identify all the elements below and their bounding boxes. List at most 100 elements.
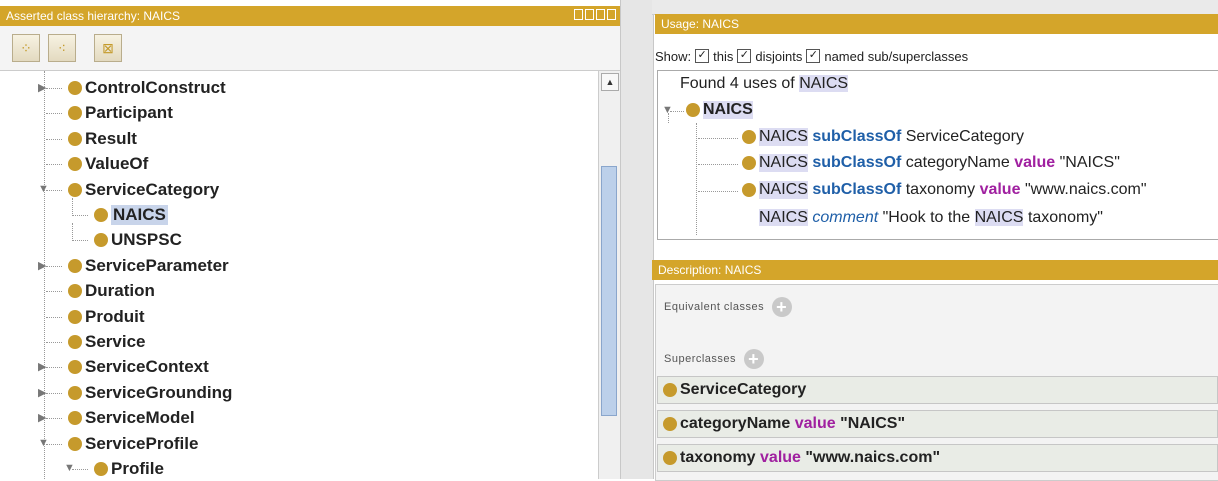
delete-class-button[interactable]: ⊠ bbox=[94, 34, 122, 62]
add-sibling-button[interactable]: ⁖ bbox=[48, 34, 76, 62]
usage-title-text: Usage: NAICS bbox=[661, 17, 740, 31]
named-subsuper-checkbox[interactable]: ✓ bbox=[806, 49, 821, 63]
value-keyword: value bbox=[760, 449, 801, 466]
superclass-row[interactable]: ServiceCategory bbox=[657, 376, 1218, 404]
tree-node-controlconstruct[interactable]: ControlConstruct bbox=[68, 77, 226, 99]
usage-comment[interactable]: NAICS comment "Hook to the NAICS taxonom… bbox=[759, 209, 1103, 227]
tree-node-label: ServiceGrounding bbox=[85, 382, 233, 402]
tree-node-label: ServiceCategory bbox=[85, 179, 220, 199]
axiom-keyword: subClassOf bbox=[812, 181, 902, 198]
found-uses-text: Found 4 uses of NAICS bbox=[680, 75, 849, 93]
class-icon bbox=[68, 81, 82, 95]
axiom-value: "NAICS" bbox=[1059, 154, 1120, 171]
tree-node-label: Result bbox=[85, 128, 137, 148]
add-subclass-button[interactable]: ⁘ bbox=[12, 34, 40, 62]
superclass-row[interactable]: taxonomy value "www.naics.com" bbox=[657, 444, 1218, 472]
collapse-arrow-icon[interactable]: ▼ bbox=[38, 183, 49, 195]
collapse-arrow-icon[interactable]: ▼ bbox=[38, 437, 49, 449]
close-icon[interactable] bbox=[607, 9, 616, 20]
axiom-object: categoryName bbox=[905, 154, 1010, 171]
tree-node-duration[interactable]: Duration bbox=[68, 280, 155, 302]
tree-node-naics[interactable]: NAICS bbox=[94, 204, 168, 226]
class-icon bbox=[663, 383, 677, 397]
tree-node-label: ServiceContext bbox=[85, 357, 209, 377]
equivalent-classes-section: Equivalent classes + bbox=[664, 297, 792, 317]
class-icon bbox=[68, 411, 82, 426]
tree-node-serviceparameter[interactable]: ServiceParameter bbox=[68, 255, 229, 277]
class-icon bbox=[94, 233, 108, 248]
expand-arrow-icon[interactable]: ▶ bbox=[38, 81, 46, 94]
equivalent-classes-label: Equivalent classes bbox=[664, 300, 765, 313]
comment-term: NAICS bbox=[974, 209, 1024, 226]
tree-node-label: Duration bbox=[85, 281, 155, 301]
tree-node-result[interactable]: Result bbox=[68, 128, 137, 150]
class-icon bbox=[663, 417, 677, 431]
tree-node-label: Profile bbox=[111, 459, 164, 478]
expand-arrow-icon[interactable]: ▶ bbox=[38, 360, 46, 373]
class-icon bbox=[68, 385, 82, 400]
axiom-keyword: subClassOf bbox=[812, 154, 902, 171]
this-label: this bbox=[713, 48, 734, 64]
superclasses-label: Superclasses bbox=[664, 352, 737, 365]
delete-class-icon: ⊠ bbox=[102, 39, 114, 56]
superclass-name: taxonomy bbox=[680, 449, 756, 466]
value-keyword: value bbox=[794, 415, 836, 432]
comment-text-2: taxonomy" bbox=[1027, 209, 1103, 226]
tree-node-service[interactable]: Service bbox=[68, 331, 146, 353]
panel-title: Asserted class hierarchy: NAICS bbox=[0, 6, 620, 26]
expand-arrow-icon[interactable]: ▶ bbox=[38, 386, 46, 399]
tree-node-servicegrounding[interactable]: ServiceGrounding bbox=[68, 382, 232, 404]
superclass-value: "www.naics.com" bbox=[805, 449, 941, 466]
usage-title: Usage: NAICS bbox=[655, 14, 1218, 34]
class-icon bbox=[68, 106, 82, 121]
superclass-row[interactable]: categoryName value "NAICS" bbox=[657, 410, 1218, 438]
axiom-object: taxonomy bbox=[905, 181, 976, 198]
tree-node-valueof[interactable]: ValueOf bbox=[68, 153, 148, 175]
tree-scrollbar[interactable]: ▲ bbox=[598, 71, 621, 479]
tree-node-label: UNSPSC bbox=[111, 230, 182, 250]
disjoints-checkbox[interactable]: ✓ bbox=[737, 49, 752, 63]
pin-icon[interactable] bbox=[574, 9, 583, 20]
this-checkbox[interactable]: ✓ bbox=[695, 49, 710, 63]
panel-title-text: Asserted class hierarchy: NAICS bbox=[6, 9, 181, 23]
add-equivalent-icon[interactable]: + bbox=[771, 297, 792, 317]
class-icon bbox=[742, 130, 756, 144]
tab-strip bbox=[652, 0, 1218, 15]
panel-splitter[interactable] bbox=[620, 0, 654, 479]
superclasses-section: Superclasses + bbox=[664, 349, 764, 369]
tree-node-label: NAICS bbox=[111, 205, 168, 225]
class-icon bbox=[94, 208, 108, 222]
tree-node-produit[interactable]: Produit bbox=[68, 306, 145, 328]
maximize-icon[interactable] bbox=[596, 9, 605, 20]
tree-node-servicemodel[interactable]: ServiceModel bbox=[68, 407, 195, 429]
description-title-text: Description: NAICS bbox=[658, 263, 762, 277]
class-icon bbox=[68, 157, 82, 172]
description-title: Description: NAICS bbox=[652, 260, 1218, 280]
usage-root-label: NAICS bbox=[703, 101, 753, 119]
axiom-value: "www.naics.com" bbox=[1024, 181, 1147, 198]
tree-node-participant[interactable]: Participant bbox=[68, 102, 173, 124]
usage-root[interactable]: NAICS bbox=[686, 101, 753, 119]
tree-node-label: ControlConstruct bbox=[85, 78, 226, 97]
tree-node-servicecontext[interactable]: ServiceContext bbox=[68, 356, 209, 378]
tree-node-profile[interactable]: Profile bbox=[94, 458, 164, 479]
class-icon bbox=[742, 183, 756, 197]
expand-arrow-icon[interactable]: ▶ bbox=[38, 259, 46, 272]
collapse-arrow-icon[interactable]: ▼ bbox=[64, 462, 75, 474]
class-icon bbox=[68, 436, 82, 451]
tree-node-servicecategory[interactable]: ServiceCategory bbox=[68, 179, 219, 201]
add-superclass-icon[interactable]: + bbox=[743, 349, 764, 369]
usage-axiom-2[interactable]: NAICS subClassOf categoryName value "NAI… bbox=[742, 154, 1120, 172]
found-prefix: Found 4 uses of bbox=[680, 75, 795, 92]
class-icon bbox=[68, 131, 82, 146]
scroll-up-icon[interactable]: ▲ bbox=[601, 73, 619, 91]
hierarchy-toolbar: ⁘ ⁖ ⊠ bbox=[0, 26, 620, 71]
expand-arrow-icon[interactable]: ▶ bbox=[38, 411, 46, 424]
scroll-thumb[interactable] bbox=[601, 166, 617, 416]
usage-axiom-3[interactable]: NAICS subClassOf taxonomy value "www.nai… bbox=[742, 181, 1147, 199]
usage-axiom-1[interactable]: NAICS subClassOf ServiceCategory bbox=[742, 128, 1024, 146]
tree-node-serviceprofile[interactable]: ServiceProfile bbox=[68, 433, 198, 455]
float-icon[interactable] bbox=[585, 9, 594, 20]
tree-node-unspsc[interactable]: UNSPSC bbox=[94, 229, 182, 251]
tree-node-label: Participant bbox=[85, 103, 173, 123]
